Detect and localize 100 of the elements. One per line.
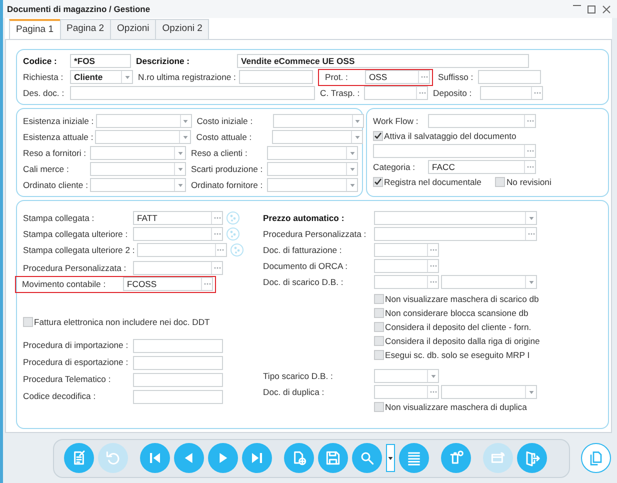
dropdown-field[interactable] bbox=[374, 211, 537, 226]
dropdown-field[interactable] bbox=[96, 114, 192, 128]
lookup-field[interactable]: FCOSS bbox=[123, 277, 213, 292]
dropdown-field[interactable]: Cliente bbox=[70, 70, 133, 84]
lookup-field[interactable] bbox=[136, 243, 227, 258]
lookup-field[interactable]: OSS bbox=[365, 70, 430, 84]
lookup-field[interactable] bbox=[374, 259, 439, 274]
field-label: Tipo scarico D.B. : bbox=[263, 370, 334, 383]
new-button[interactable] bbox=[284, 443, 314, 474]
dropdown-field[interactable] bbox=[90, 146, 186, 160]
input-field[interactable] bbox=[133, 390, 223, 404]
lookup-button[interactable] bbox=[427, 386, 438, 398]
dropdown-button[interactable] bbox=[386, 444, 395, 472]
checkbox[interactable] bbox=[373, 177, 383, 188]
tab[interactable]: Opzioni 2 bbox=[155, 19, 210, 40]
checkbox-label: Registra nel documentale bbox=[384, 176, 482, 189]
checkbox[interactable] bbox=[373, 131, 383, 142]
checkbox-label: Non visualizzare maschera di duplica bbox=[385, 400, 528, 414]
lookup-button[interactable] bbox=[211, 212, 222, 224]
input-field[interactable] bbox=[478, 70, 541, 84]
dropdown-field[interactable] bbox=[267, 146, 358, 160]
lookup-button[interactable] bbox=[211, 228, 222, 240]
lookup-button[interactable] bbox=[525, 228, 536, 240]
lookup-button[interactable] bbox=[427, 276, 438, 288]
field-label: Ordinato cliente : bbox=[23, 178, 89, 192]
tab[interactable]: Pagina 1 bbox=[9, 19, 61, 40]
dropdown-field[interactable] bbox=[441, 275, 537, 290]
dropdown-field[interactable] bbox=[272, 114, 364, 128]
checkbox[interactable] bbox=[374, 336, 384, 346]
edit-button[interactable] bbox=[64, 443, 94, 474]
lookup-field[interactable] bbox=[374, 275, 439, 290]
exit-button[interactable] bbox=[517, 443, 547, 474]
lookup-field[interactable] bbox=[428, 114, 536, 128]
field-label: Reso a fornitori : bbox=[23, 146, 88, 160]
dropdown-field[interactable] bbox=[95, 130, 192, 144]
lookup-field[interactable] bbox=[374, 227, 537, 242]
dropdown-field[interactable] bbox=[374, 369, 439, 384]
field-label: Codice decodifica : bbox=[23, 390, 97, 404]
input-field[interactable] bbox=[70, 86, 315, 100]
field-label: Procedura di importazione : bbox=[23, 339, 130, 352]
copy-button[interactable] bbox=[581, 443, 611, 474]
checkbox[interactable] bbox=[374, 294, 384, 304]
checkbox[interactable] bbox=[374, 308, 384, 318]
lookup-button[interactable] bbox=[201, 278, 212, 290]
lookup-button[interactable] bbox=[427, 260, 438, 272]
field-label: N.ro ultima registrazione : bbox=[138, 70, 237, 84]
lookup-button[interactable] bbox=[524, 115, 535, 128]
lookup-field[interactable] bbox=[373, 144, 536, 158]
checkbox[interactable] bbox=[374, 350, 384, 360]
lookup-field[interactable] bbox=[364, 86, 428, 100]
previous-button[interactable] bbox=[174, 443, 204, 474]
tab[interactable]: Pagina 2 bbox=[60, 19, 112, 40]
input-field[interactable]: Vendite eCommece UE OSS bbox=[237, 54, 529, 68]
delete-button[interactable] bbox=[441, 443, 471, 474]
lookup-button[interactable] bbox=[214, 244, 226, 256]
field-label: Cali merce : bbox=[23, 162, 70, 176]
save-button[interactable] bbox=[318, 443, 348, 474]
lookup-field[interactable] bbox=[374, 385, 439, 400]
dropdown-field[interactable] bbox=[272, 130, 364, 144]
input-field[interactable]: *FOS bbox=[70, 54, 131, 68]
lookup-button[interactable] bbox=[531, 87, 542, 100]
input-field[interactable] bbox=[133, 338, 223, 353]
lookup-field[interactable] bbox=[133, 261, 223, 276]
dropdown-field[interactable] bbox=[90, 178, 186, 192]
last-button[interactable] bbox=[242, 443, 272, 474]
field-label: Documento di ORCA : bbox=[263, 260, 349, 273]
lookup-button[interactable] bbox=[418, 71, 429, 84]
lookup-button[interactable] bbox=[211, 262, 222, 274]
dropdown-field[interactable] bbox=[267, 162, 358, 176]
input-field[interactable] bbox=[239, 70, 313, 84]
field-label: Doc. di duplica : bbox=[263, 386, 326, 399]
tab[interactable]: Opzioni bbox=[110, 19, 156, 40]
lookup-field[interactable]: FACC bbox=[428, 160, 536, 174]
caret-icon bbox=[182, 136, 188, 139]
minimize-icon bbox=[573, 4, 581, 6]
field-label: Procedura di esportazione : bbox=[23, 356, 130, 370]
next-button[interactable] bbox=[208, 443, 238, 474]
lookup-button[interactable] bbox=[524, 161, 535, 174]
input-field[interactable] bbox=[133, 356, 223, 370]
lookup-field[interactable] bbox=[133, 227, 223, 242]
lookup-button[interactable] bbox=[416, 87, 427, 100]
lookup-field[interactable] bbox=[480, 86, 543, 100]
checkbox[interactable] bbox=[495, 177, 506, 188]
input-field[interactable] bbox=[133, 372, 223, 387]
close-icon bbox=[602, 4, 611, 14]
ellipsis-icon bbox=[204, 283, 210, 286]
checkbox[interactable] bbox=[374, 402, 384, 412]
field-label: Costo attuale : bbox=[196, 130, 253, 144]
lookup-field[interactable]: FATT bbox=[133, 211, 223, 226]
dropdown-field[interactable] bbox=[441, 385, 537, 400]
first-button[interactable] bbox=[140, 443, 170, 474]
field-label: Doc. di scarico D.B. : bbox=[263, 276, 344, 289]
lookup-button[interactable] bbox=[524, 145, 535, 158]
checkbox[interactable] bbox=[23, 317, 33, 328]
lookup-button[interactable] bbox=[427, 244, 438, 256]
lookup-field[interactable] bbox=[374, 243, 439, 258]
checkbox[interactable] bbox=[374, 322, 384, 332]
dropdown-field[interactable] bbox=[267, 178, 358, 192]
dropdown-field[interactable] bbox=[90, 162, 186, 176]
circle-dots-icon bbox=[226, 211, 240, 226]
